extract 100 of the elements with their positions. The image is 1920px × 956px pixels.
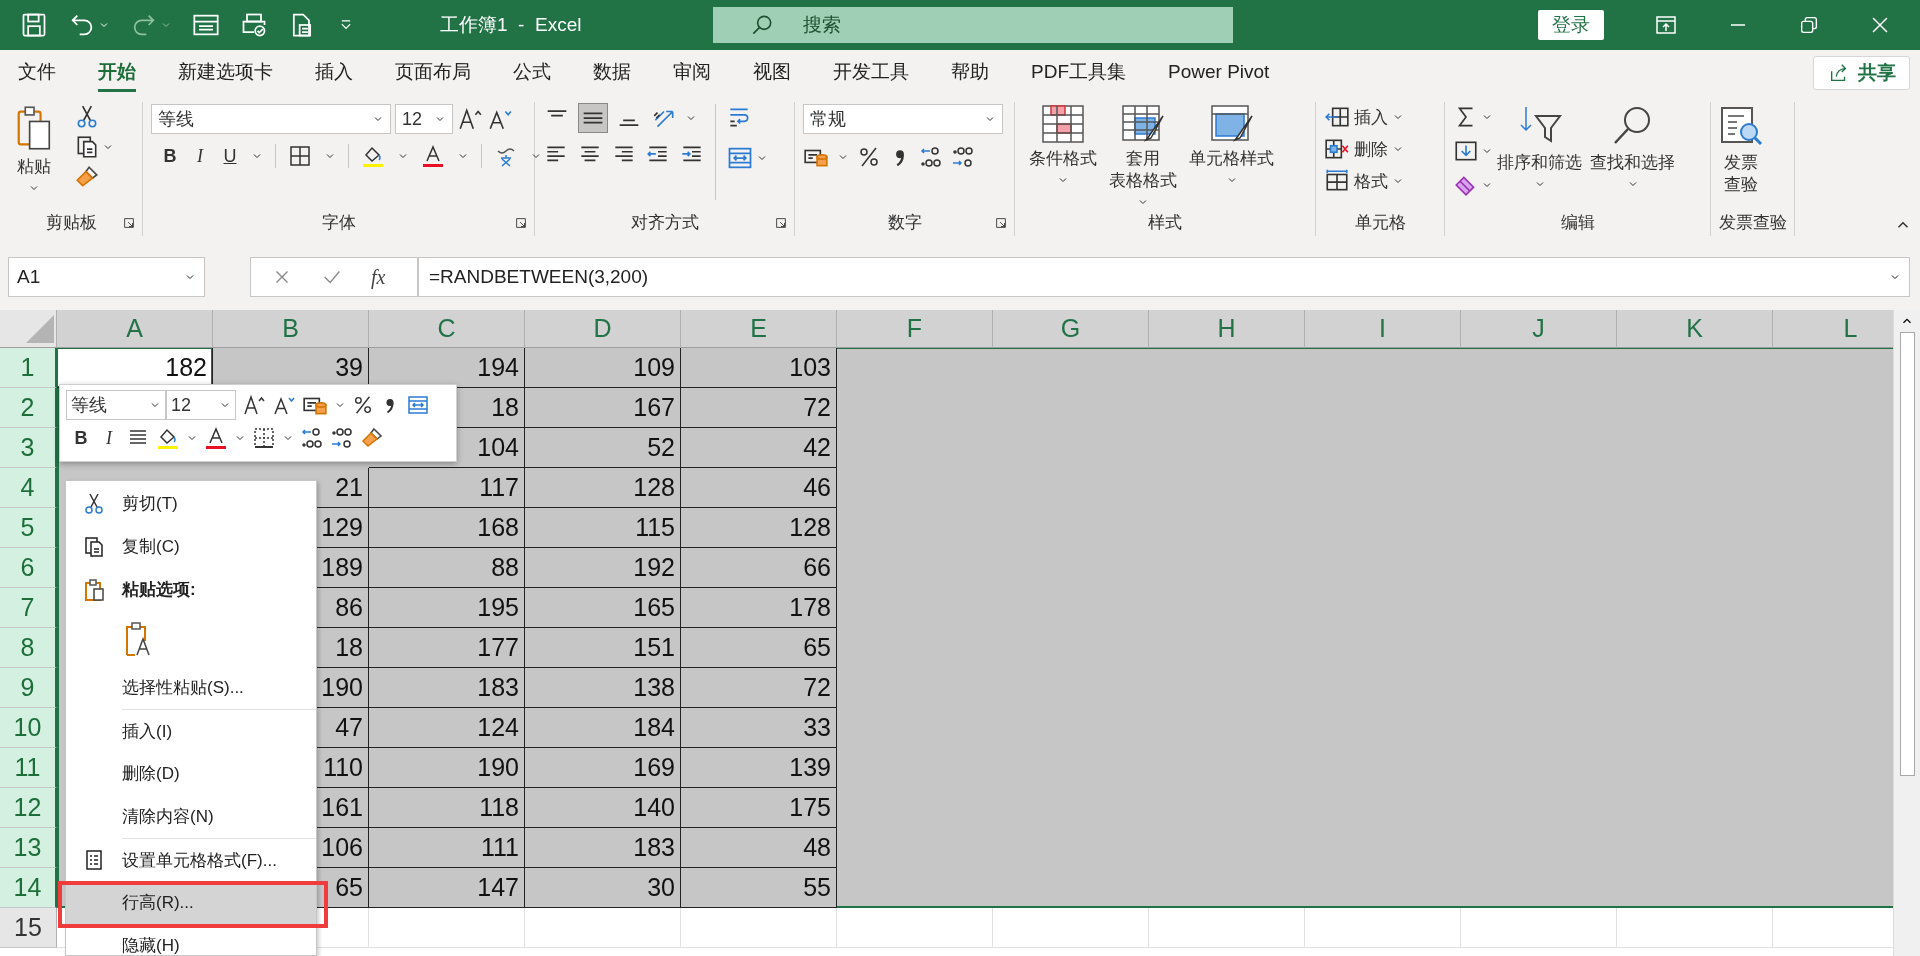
row-header[interactable]: 3	[0, 428, 57, 468]
group-label: 发票查验	[1718, 213, 1787, 232]
row-header[interactable]: 13	[0, 828, 57, 868]
share-button[interactable]: 共享	[1813, 56, 1910, 90]
table-cell: 177	[369, 628, 525, 668]
table-cell: 72	[681, 668, 837, 708]
italic-button[interactable]: I	[98, 427, 120, 449]
ribbon-tab[interactable]: 开发工具	[833, 50, 909, 92]
table-cell: 111	[369, 828, 525, 868]
number-format-dropdown[interactable]: 常规	[803, 104, 1003, 134]
font-name-dropdown[interactable]: 等线	[66, 390, 166, 420]
group-label: 数字	[887, 213, 922, 232]
ribbon-tab[interactable]: 数据	[593, 50, 631, 92]
row-header[interactable]: 1	[0, 348, 57, 388]
row-header[interactable]: 14	[0, 868, 57, 908]
window-title: 工作簿1 - Excel	[440, 13, 583, 37]
table-cell: 117	[369, 468, 525, 508]
row-header[interactable]: 15	[0, 908, 57, 948]
paste-button[interactable]: 粘贴	[8, 104, 60, 194]
italic-button[interactable]: I	[191, 145, 209, 167]
font-name-dropdown[interactable]: 等线	[151, 104, 391, 134]
table-cell: 165	[525, 588, 681, 628]
table-cell: 48	[681, 828, 837, 868]
column-header[interactable]: F	[837, 310, 993, 348]
ribbon-tab[interactable]: 新建选项卡	[178, 50, 273, 92]
ribbon-tab[interactable]: PDF工具集	[1031, 50, 1126, 92]
column-header[interactable]: K	[1617, 310, 1773, 348]
table-cell: 33	[681, 708, 837, 748]
find-button[interactable]: 查找和选择	[1586, 104, 1679, 190]
bold-button[interactable]: B	[70, 427, 92, 449]
column-header[interactable]: E	[681, 310, 837, 348]
row-header[interactable]: 5	[0, 508, 57, 548]
table-cell: 55	[681, 868, 837, 908]
column-header[interactable]: I	[1305, 310, 1461, 348]
cell-style-button[interactable]: 单元格样式	[1183, 104, 1280, 186]
column-header[interactable]: G	[993, 310, 1149, 348]
format-cells-button[interactable]: 格式	[1324, 168, 1404, 194]
row-header[interactable]: 4	[0, 468, 57, 508]
ribbon-tab[interactable]: 视图	[753, 50, 791, 92]
sort-button[interactable]: 排序和筛选	[1493, 104, 1586, 190]
font-size-dropdown[interactable]: 12	[395, 104, 453, 134]
table-cell: 169	[525, 748, 681, 788]
group-label: 单元格	[1354, 213, 1406, 232]
table-cell: 72	[681, 388, 837, 428]
column-header[interactable]: L	[1773, 310, 1893, 348]
table-cell: 65	[681, 628, 837, 668]
row-header[interactable]: 2	[0, 388, 57, 428]
row-header[interactable]: 6	[0, 548, 57, 588]
table-cell: 139	[681, 748, 837, 788]
table-cell: 168	[369, 508, 525, 548]
table-cell: 109	[525, 348, 681, 388]
ribbon-tab[interactable]: 插入	[315, 50, 353, 92]
table-cell: 184	[525, 708, 681, 748]
column-header[interactable]: A	[57, 310, 213, 348]
delete-cells-button[interactable]: 删除	[1324, 136, 1404, 162]
column-header[interactable]: H	[1149, 310, 1305, 348]
table-cell: 128	[525, 468, 681, 508]
table-cell: 178	[681, 588, 837, 628]
row-header[interactable]: 10	[0, 708, 57, 748]
row-header[interactable]: 8	[0, 628, 57, 668]
row-header[interactable]: 7	[0, 588, 57, 628]
column-header[interactable]: J	[1461, 310, 1617, 348]
ribbon-tab[interactable]: 帮助	[951, 50, 989, 92]
invoice-check-button[interactable]: 发票 查验	[1719, 104, 1763, 196]
table-cell: 52	[525, 428, 681, 468]
group-label: 字体	[321, 213, 356, 232]
table-cell: 195	[369, 588, 525, 628]
underline-button[interactable]: U	[221, 145, 239, 167]
row-header[interactable]: 12	[0, 788, 57, 828]
ribbon-tab[interactable]: 文件	[18, 50, 56, 92]
insert-cells-button[interactable]: 插入	[1324, 104, 1404, 130]
font-size-dropdown[interactable]: 12	[166, 390, 236, 420]
table-cell: 183	[525, 828, 681, 868]
search-field[interactable]: 搜索	[801, 13, 1181, 37]
ribbon-tab[interactable]: 开始	[98, 50, 136, 92]
search-bar[interactable]: 搜索	[713, 7, 1233, 43]
group-label: 剪贴板	[45, 213, 97, 232]
table-cell: 138	[525, 668, 681, 708]
conditional-button[interactable]: 条件格式	[1023, 104, 1103, 186]
table-cell: 183	[369, 668, 525, 708]
formula-field[interactable]: =RANDBETWEEN(3,200)	[418, 257, 1910, 297]
sign-in-button[interactable]: 登录	[1538, 10, 1604, 40]
column-header[interactable]: C	[369, 310, 525, 348]
menu-item[interactable]: 隐藏(H)	[66, 924, 316, 956]
table-button[interactable]: 套用 表格格式	[1103, 104, 1183, 208]
column-header[interactable]: D	[525, 310, 681, 348]
ribbon-tab[interactable]: Power Pivot	[1168, 50, 1270, 92]
ribbon-tab[interactable]: 审阅	[673, 50, 711, 92]
row-header[interactable]: 9	[0, 668, 57, 708]
column-header[interactable]: B	[213, 310, 369, 348]
group-label: 对齐方式	[630, 213, 699, 232]
group-label: 样式	[1148, 213, 1182, 232]
insert-function-button[interactable]: fx	[371, 265, 386, 289]
ribbon-tab[interactable]: 公式	[513, 50, 551, 92]
ribbon-tab[interactable]: 页面布局	[395, 50, 471, 92]
row-header[interactable]: 11	[0, 748, 57, 788]
name-box[interactable]: A1	[8, 257, 205, 297]
table-cell: 167	[525, 388, 681, 428]
table-cell: 192	[525, 548, 681, 588]
bold-button[interactable]: B	[161, 145, 179, 167]
